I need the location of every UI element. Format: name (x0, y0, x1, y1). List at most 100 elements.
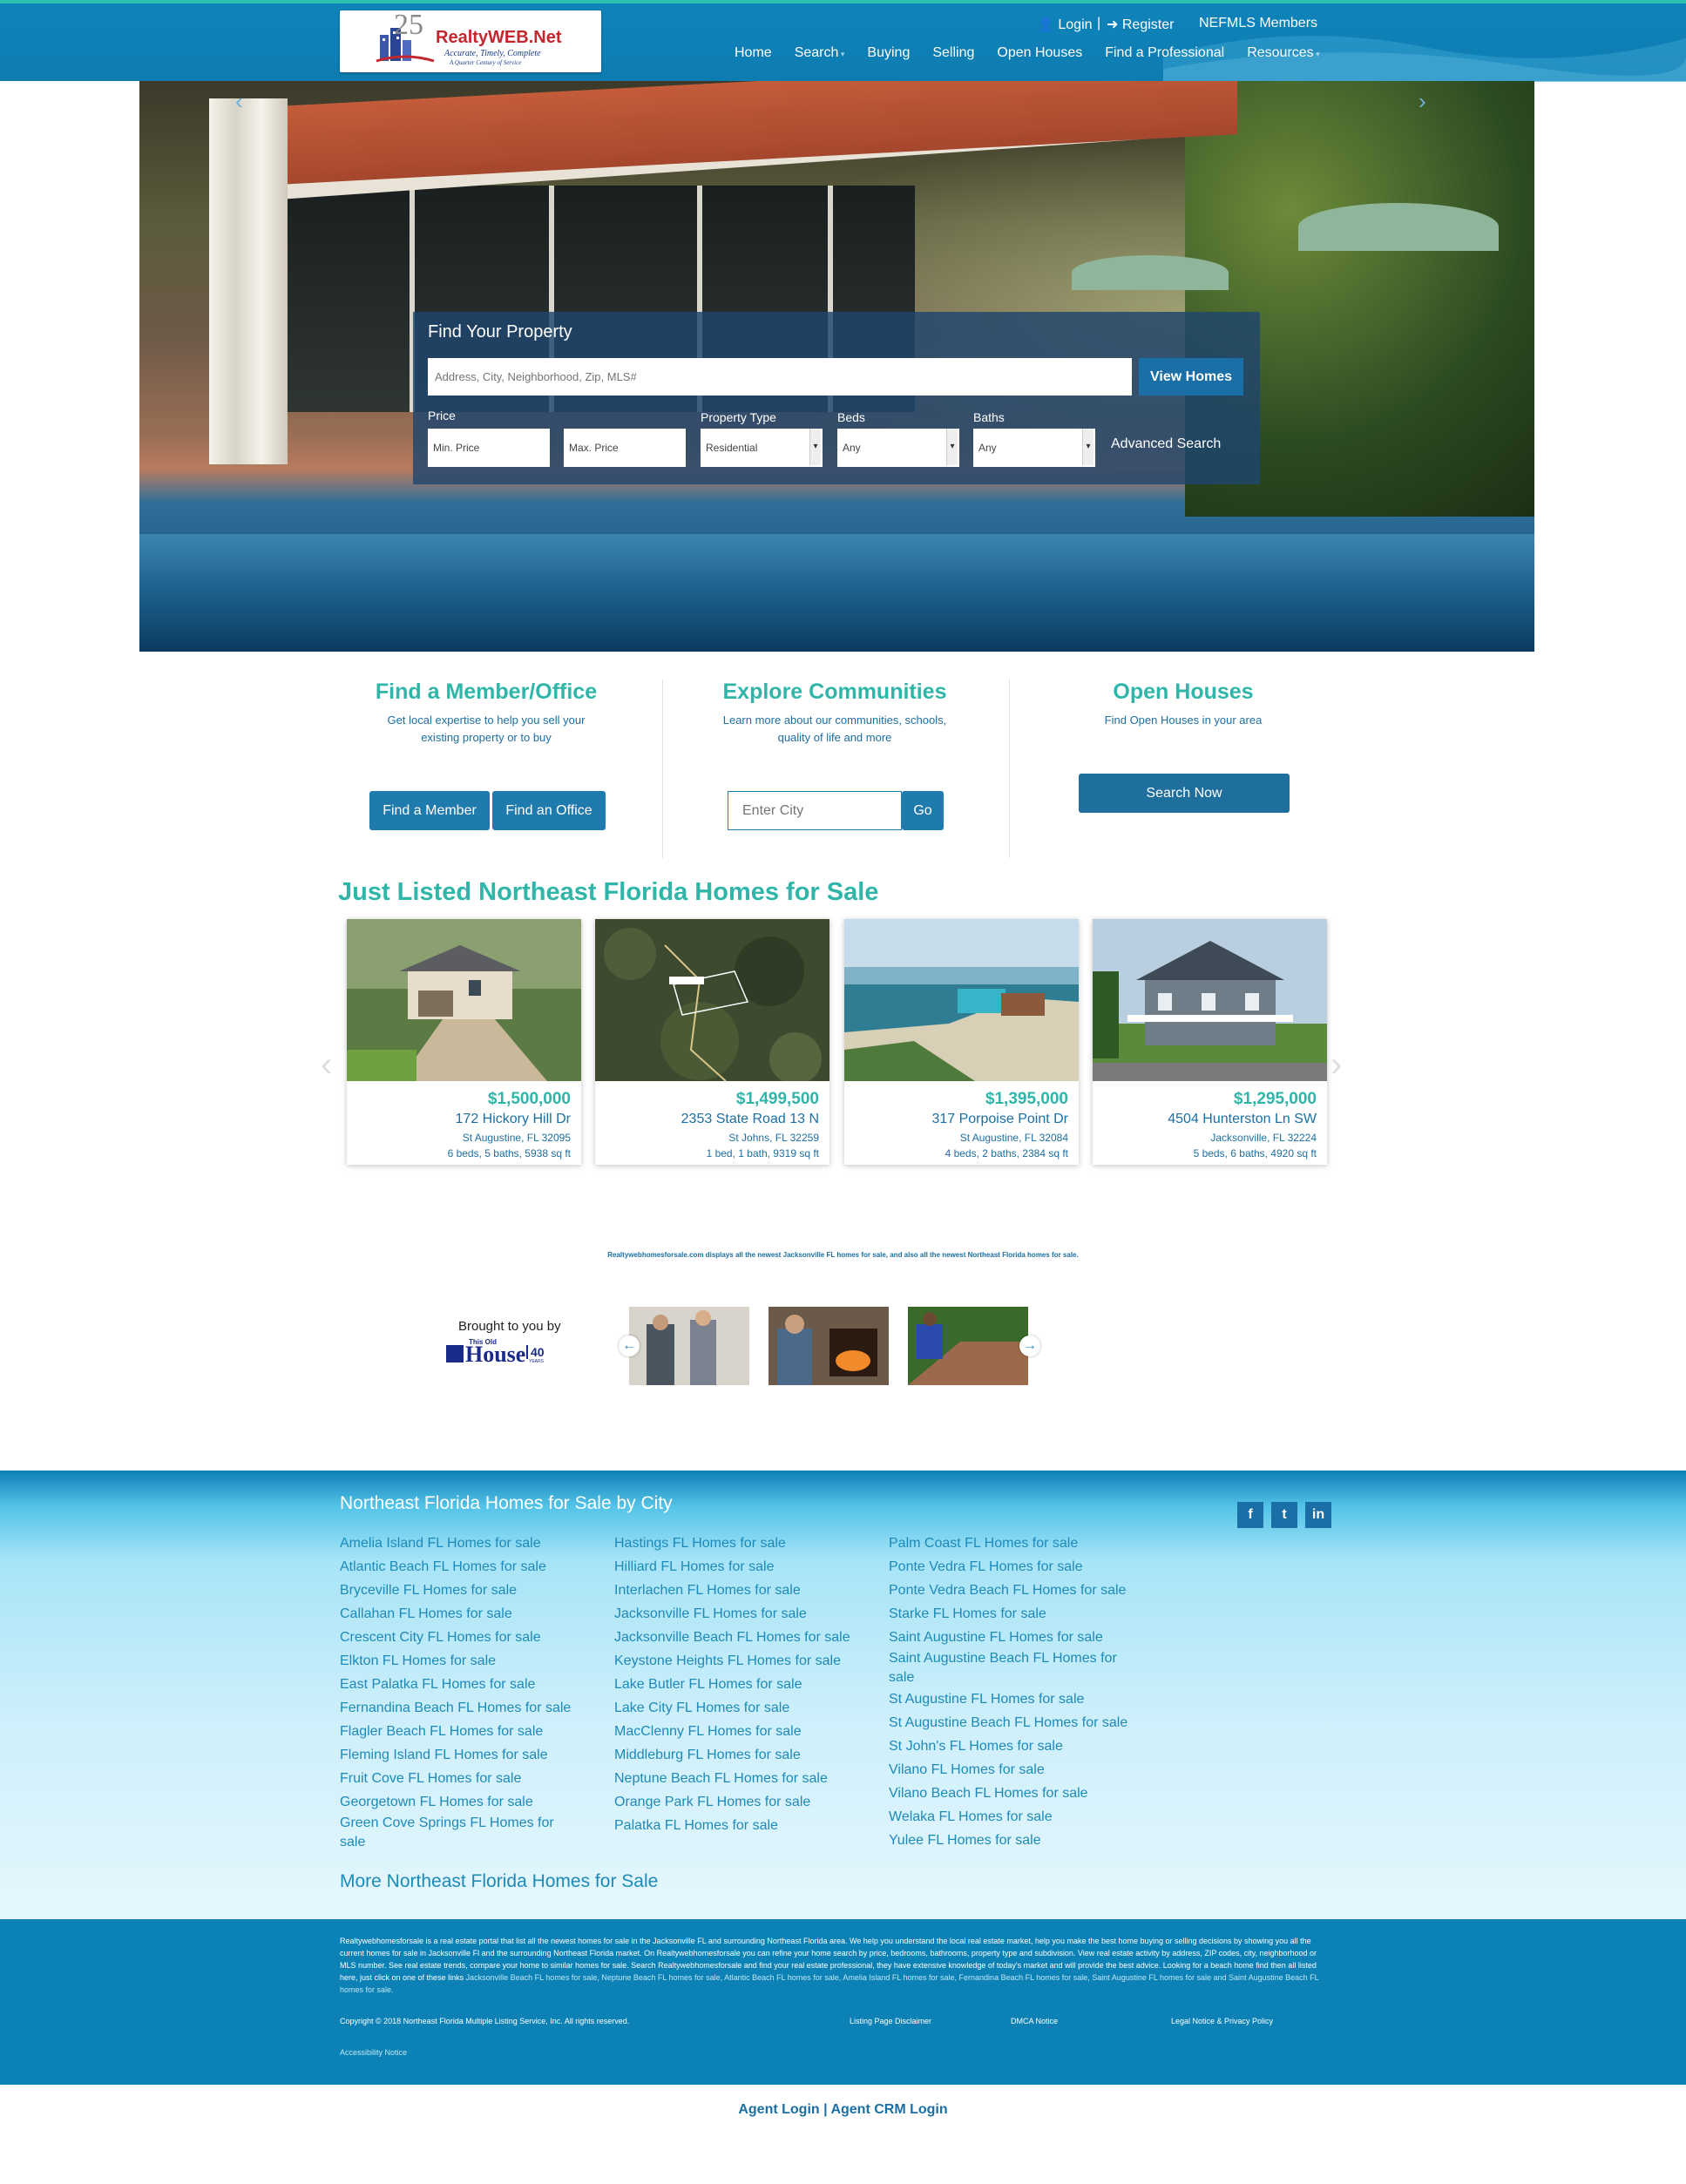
property-type-select[interactable]: Residential (701, 429, 823, 467)
listing-photo (595, 919, 829, 1081)
city-link[interactable]: St Augustine FL Homes for sale (889, 1687, 1150, 1711)
city-link[interactable]: Starke FL Homes for sale (889, 1602, 1150, 1626)
city-link[interactable]: Amelia Island FL Homes for sale (340, 1532, 601, 1555)
dmca-link[interactable]: DMCA Notice (1011, 2017, 1058, 2025)
agent-crm-login-link[interactable]: Agent CRM Login (830, 2102, 947, 2117)
city-link[interactable]: Ponte Vedra FL Homes for sale (889, 1555, 1150, 1579)
city-link[interactable]: Hastings FL Homes for sale (614, 1532, 876, 1555)
city-link[interactable]: MacClenny FL Homes for sale (614, 1720, 876, 1743)
nav-home[interactable]: Home (735, 45, 772, 61)
advanced-search-link[interactable]: Advanced Search (1111, 436, 1221, 452)
city-link[interactable]: Green Cove Springs FL Homes for (340, 1814, 601, 1833)
listing-city: St Johns, FL 32259 (728, 1132, 819, 1144)
nav-find-professional[interactable]: Find a Professional (1105, 45, 1224, 61)
listing-next-arrow-icon[interactable]: › (1331, 1045, 1342, 1085)
city-link[interactable]: Atlantic Beach FL Homes for sale (340, 1555, 601, 1579)
nav-selling[interactable]: Selling (932, 45, 974, 61)
listing-prev-arrow-icon[interactable]: ‹ (321, 1045, 332, 1085)
more-homes-link[interactable]: More Northeast Florida Homes for Sale (340, 1871, 658, 1892)
city-link[interactable]: East Palatka FL Homes for sale (340, 1673, 601, 1696)
find-office-button[interactable]: Find an Office (492, 791, 606, 830)
toh-prev-arrow-icon[interactable]: ← (619, 1335, 640, 1356)
city-link[interactable]: Ponte Vedra Beach FL Homes for sale (889, 1579, 1150, 1602)
twitter-icon[interactable]: t (1271, 1502, 1297, 1528)
explore-communities-title: Explore Communities (722, 680, 947, 704)
city-link[interactable]: Fernandina Beach FL Homes for sale (340, 1696, 601, 1720)
city-input[interactable] (728, 791, 902, 830)
city-link[interactable]: Jacksonville Beach FL Homes for sale (614, 1626, 876, 1649)
login-link[interactable]: 👤 Login (1037, 16, 1093, 33)
city-link[interactable]: Neptune Beach FL Homes for sale (614, 1767, 876, 1790)
city-link[interactable]: Callahan FL Homes for sale (340, 1602, 601, 1626)
this-old-house-logo[interactable]: This Old House 40 YEARS (446, 1338, 545, 1366)
city-link[interactable]: Keystone Heights FL Homes for sale (614, 1649, 876, 1673)
video-thumbnail[interactable] (769, 1307, 889, 1385)
just-listed-title: Just Listed Northeast Florida Homes for … (338, 878, 879, 906)
search-title: Find Your Property (428, 322, 572, 341)
nav-open-houses[interactable]: Open Houses (997, 45, 1082, 61)
min-price-field[interactable]: Min. Price (428, 429, 550, 467)
listing-card[interactable]: $1,295,000 4504 Hunterston Ln SW Jackson… (1093, 919, 1327, 1165)
city-link[interactable]: Palatka FL Homes for sale (614, 1814, 876, 1837)
city-link[interactable]: Fleming Island FL Homes for sale (340, 1743, 601, 1767)
city-link[interactable]: Vilano Beach FL Homes for sale (889, 1782, 1150, 1805)
listing-card[interactable]: $1,499,500 2353 State Road 13 N St Johns… (595, 919, 829, 1165)
listing-card[interactable]: $1,500,000 172 Hickory Hill Dr St August… (347, 919, 581, 1165)
baths-select[interactable]: Any (973, 429, 1095, 467)
city-link[interactable]: Middleburg FL Homes for sale (614, 1743, 876, 1767)
city-link-continued[interactable]: sale (889, 1668, 1150, 1687)
legal-beach-links[interactable]: Jacksonville Beach FL homes for sale, Ne… (340, 1973, 1318, 1994)
hero-curtain (209, 98, 288, 464)
toh-years: 40 (526, 1345, 545, 1359)
city-link[interactable]: Palm Coast FL Homes for sale (889, 1532, 1150, 1555)
city-link[interactable]: Crescent City FL Homes for sale (340, 1626, 601, 1649)
city-link[interactable]: Orange Park FL Homes for sale (614, 1790, 876, 1814)
max-price-field[interactable]: Max. Price (564, 429, 686, 467)
city-link[interactable]: Georgetown FL Homes for sale (340, 1790, 601, 1814)
city-link[interactable]: Bryceville FL Homes for sale (340, 1579, 601, 1602)
find-member-button[interactable]: Find a Member (369, 791, 490, 830)
hero-next-arrow-icon[interactable]: › (1419, 88, 1426, 115)
city-link[interactable]: Welaka FL Homes for sale (889, 1805, 1150, 1829)
city-link[interactable]: Yulee FL Homes for sale (889, 1829, 1150, 1852)
city-link[interactable]: Vilano FL Homes for sale (889, 1758, 1150, 1782)
privacy-policy-link[interactable]: Legal Notice & Privacy Policy (1171, 2017, 1273, 2025)
city-link[interactable]: Hilliard FL Homes for sale (614, 1555, 876, 1579)
search-input[interactable] (428, 358, 1132, 396)
city-link[interactable]: St John's FL Homes for sale (889, 1734, 1150, 1758)
city-link[interactable]: Flagler Beach FL Homes for sale (340, 1720, 601, 1743)
city-link-continued[interactable]: sale (340, 1833, 601, 1852)
search-now-button[interactable]: Search Now (1079, 774, 1290, 813)
city-link[interactable]: Elkton FL Homes for sale (340, 1649, 601, 1673)
city-link[interactable]: Saint Augustine Beach FL Homes for (889, 1649, 1150, 1668)
video-thumbnail[interactable] (908, 1307, 1028, 1385)
register-link[interactable]: ➜ Register (1107, 16, 1174, 33)
view-homes-button[interactable]: View Homes (1139, 358, 1243, 396)
city-link[interactable]: Lake City FL Homes for sale (614, 1696, 876, 1720)
open-houses-text: Find Open Houses in your area (1104, 713, 1263, 727)
video-thumbnail[interactable] (629, 1307, 749, 1385)
nav-resources[interactable]: Resources ▾ (1247, 45, 1320, 61)
baths-label: Baths (973, 410, 1005, 424)
listing-card[interactable]: $1,395,000 317 Porpoise Point Dr St Augu… (844, 919, 1079, 1165)
toh-next-arrow-icon[interactable]: → (1019, 1335, 1040, 1356)
city-link[interactable]: St Augustine Beach FL Homes for sale (889, 1711, 1150, 1734)
linkedin-icon[interactable]: in (1305, 1502, 1331, 1528)
hero-prev-arrow-icon[interactable]: ‹ (235, 88, 243, 115)
beds-select[interactable]: Any (837, 429, 959, 467)
agent-login-link[interactable]: Agent Login (738, 2102, 819, 2117)
city-link[interactable]: Saint Augustine FL Homes for sale (889, 1626, 1150, 1649)
city-link[interactable]: Interlachen FL Homes for sale (614, 1579, 876, 1602)
property-type-value: Residential (706, 442, 758, 454)
nav-buying[interactable]: Buying (867, 45, 910, 61)
go-button[interactable]: Go (902, 791, 944, 830)
members-link[interactable]: NEFMLS Members (1199, 16, 1317, 31)
city-link[interactable]: Jacksonville FL Homes for sale (614, 1602, 876, 1626)
city-link[interactable]: Lake Butler FL Homes for sale (614, 1673, 876, 1696)
facebook-icon[interactable]: f (1237, 1502, 1263, 1528)
accessibility-link[interactable]: Accessibility Notice (340, 2048, 407, 2057)
listing-disclaimer-link[interactable]: Listing Page Disclaimer (850, 2017, 931, 2025)
site-logo[interactable]: 25 RealtyWEB.Net Accurate, Timely, Compl… (340, 9, 601, 72)
nav-search[interactable]: Search ▾ (795, 45, 845, 61)
city-link[interactable]: Fruit Cove FL Homes for sale (340, 1767, 601, 1790)
